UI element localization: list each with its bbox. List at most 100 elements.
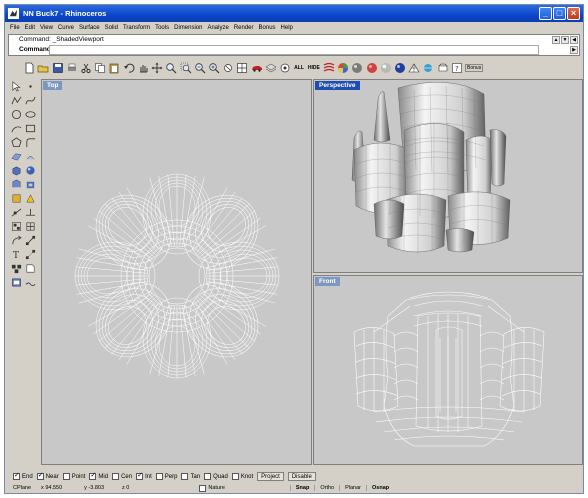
osnap-knot[interactable]: Knot bbox=[231, 473, 253, 480]
save-icon[interactable] bbox=[51, 62, 63, 75]
extrude-icon[interactable] bbox=[10, 178, 23, 191]
block-icon[interactable] bbox=[24, 220, 37, 233]
pan-icon[interactable] bbox=[137, 62, 149, 75]
undo-icon[interactable] bbox=[123, 62, 135, 75]
loft-icon[interactable] bbox=[24, 150, 37, 163]
osnap-tan-checkbox[interactable] bbox=[181, 473, 189, 480]
split-icon[interactable] bbox=[10, 206, 23, 219]
osnap-cen[interactable]: Cen bbox=[112, 473, 132, 480]
menu-view[interactable]: View bbox=[40, 25, 53, 31]
osnap-quad[interactable]: Quad bbox=[204, 473, 228, 480]
maximize-button[interactable]: □ bbox=[553, 7, 566, 20]
menu-curve[interactable]: Curve bbox=[58, 25, 74, 31]
curvature-icon[interactable] bbox=[323, 62, 335, 75]
osnap-near-checkbox[interactable] bbox=[36, 471, 44, 480]
osnap-mid[interactable]: Mid bbox=[89, 471, 108, 480]
viewport-perspective[interactable]: Perspective bbox=[313, 79, 583, 273]
menu-tools[interactable]: Tools bbox=[155, 25, 169, 31]
car-icon[interactable] bbox=[251, 62, 263, 75]
osnap-end-checkbox[interactable] bbox=[13, 471, 20, 480]
scroll-right-icon[interactable]: ▶ bbox=[570, 46, 578, 54]
four-views-icon[interactable] bbox=[236, 62, 248, 75]
select-icon[interactable] bbox=[10, 80, 23, 93]
osnap-point-checkbox[interactable] bbox=[62, 473, 70, 480]
zoom-selected-icon[interactable] bbox=[208, 62, 220, 75]
menu-render[interactable]: Render bbox=[234, 25, 254, 31]
curve-icon[interactable] bbox=[24, 94, 37, 107]
mesh-box-icon[interactable] bbox=[10, 192, 23, 205]
gradient-sphere-icon[interactable] bbox=[380, 62, 392, 75]
circle-icon[interactable] bbox=[10, 108, 23, 121]
minimize-button[interactable]: _ bbox=[539, 7, 552, 20]
hide-icon[interactable] bbox=[279, 62, 291, 75]
array-icon[interactable] bbox=[24, 234, 37, 247]
group-icon[interactable] bbox=[10, 220, 23, 233]
menu-bonus[interactable]: Bonus bbox=[259, 25, 276, 31]
copy-icon[interactable] bbox=[94, 62, 106, 75]
light-icon[interactable] bbox=[437, 62, 449, 75]
rotate-view-icon[interactable] bbox=[151, 62, 163, 75]
env-sphere-icon[interactable] bbox=[394, 62, 406, 75]
fillet-icon[interactable] bbox=[24, 136, 37, 149]
paste-icon[interactable] bbox=[108, 62, 120, 75]
menu-surface[interactable]: Surface bbox=[79, 25, 100, 31]
surface-icon[interactable] bbox=[10, 150, 23, 163]
osnap-cen-checkbox[interactable] bbox=[112, 473, 120, 480]
shell-icon[interactable] bbox=[24, 178, 37, 191]
scroll-left-icon[interactable]: ◀ bbox=[570, 36, 578, 44]
zoom-window-icon[interactable] bbox=[179, 62, 191, 75]
menu-edit[interactable]: Edit bbox=[25, 25, 35, 31]
rectangle-icon[interactable] bbox=[24, 122, 37, 135]
osnap-mid-checkbox[interactable] bbox=[89, 471, 97, 480]
dimension-icon[interactable] bbox=[24, 248, 37, 261]
title-bar[interactable]: NN Buck7 - Rhinoceros _ □ × bbox=[5, 5, 583, 22]
zoom-extents-icon[interactable] bbox=[194, 62, 206, 75]
undo-view-icon[interactable] bbox=[222, 62, 234, 75]
arc-icon[interactable] bbox=[10, 122, 23, 135]
scroll-down-icon[interactable]: ▼ bbox=[561, 36, 569, 44]
osnap-end[interactable]: End bbox=[13, 471, 33, 480]
menu-transform[interactable]: Transform bbox=[123, 25, 150, 31]
color-wheel-icon[interactable] bbox=[337, 62, 349, 75]
ellipse-icon[interactable] bbox=[24, 108, 37, 121]
viewport-front[interactable]: Front bbox=[313, 275, 583, 465]
render-sphere-icon[interactable] bbox=[351, 62, 363, 75]
open-icon[interactable] bbox=[37, 62, 49, 75]
print-icon[interactable] bbox=[66, 62, 78, 75]
analyze-icon[interactable] bbox=[10, 262, 23, 275]
material-icon[interactable] bbox=[422, 62, 434, 75]
osnap-int[interactable]: Int bbox=[136, 471, 152, 480]
osnap-knot-checkbox[interactable] bbox=[231, 473, 239, 480]
viewport-label-front[interactable]: Front bbox=[315, 277, 340, 286]
boolean-icon[interactable] bbox=[24, 192, 37, 205]
menu-solid[interactable]: Solid bbox=[105, 25, 118, 31]
layer-indicator[interactable]: Nature bbox=[194, 484, 230, 492]
layer-icon[interactable] bbox=[265, 62, 277, 75]
command-input[interactable] bbox=[49, 45, 539, 55]
show-all-label[interactable]: ALL bbox=[293, 65, 305, 71]
project-button[interactable]: Project bbox=[257, 472, 284, 481]
osnap-tan[interactable]: Tan bbox=[181, 473, 200, 480]
help-icon[interactable]: ? bbox=[451, 62, 463, 75]
menu-dimension[interactable]: Dimension bbox=[174, 25, 202, 31]
viewport-label-top[interactable]: Top bbox=[43, 81, 63, 90]
osnap-toggle[interactable]: Osnap bbox=[366, 485, 394, 491]
menu-file[interactable]: File bbox=[10, 25, 20, 31]
osnap-quad-checkbox[interactable] bbox=[204, 473, 212, 480]
planar-toggle[interactable]: Planar bbox=[339, 485, 366, 491]
menu-help[interactable]: Help bbox=[281, 25, 293, 31]
text-icon[interactable]: T bbox=[10, 248, 23, 261]
disable-button[interactable]: Disable bbox=[287, 472, 316, 481]
new-icon[interactable] bbox=[23, 62, 35, 75]
snap-toggle[interactable]: Snap bbox=[289, 485, 314, 491]
menu-analyze[interactable]: Analyze bbox=[207, 25, 228, 31]
zoom-dynamic-icon[interactable] bbox=[165, 62, 177, 75]
scroll-up-icon[interactable]: ▲ bbox=[552, 36, 560, 44]
shaded-sphere-icon[interactable] bbox=[366, 62, 378, 75]
viewport-top[interactable]: Top bbox=[41, 79, 312, 465]
polygon-icon[interactable] bbox=[10, 136, 23, 149]
render-tool-icon[interactable] bbox=[24, 262, 37, 275]
osnap-tool-icon[interactable] bbox=[24, 276, 37, 289]
viewport-label-perspective[interactable]: Perspective bbox=[315, 81, 360, 90]
box-icon[interactable] bbox=[10, 164, 23, 177]
